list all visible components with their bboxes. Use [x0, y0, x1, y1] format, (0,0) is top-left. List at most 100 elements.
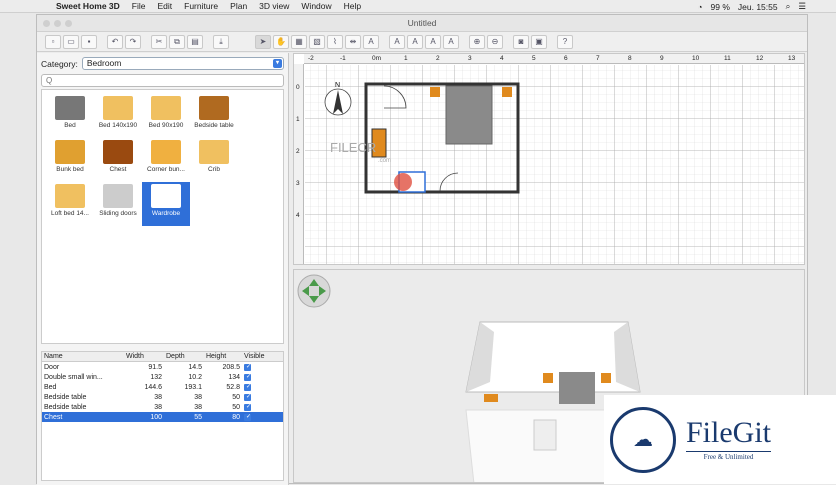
minimize-window-icon[interactable] [54, 20, 61, 27]
category-select[interactable]: Bedroom ▾ [81, 57, 284, 70]
3d-chest [484, 394, 498, 402]
pan-mode-icon[interactable]: ✋ [273, 34, 289, 49]
list-icon[interactable]: ☰ [798, 1, 806, 12]
watermark: FILECR [330, 140, 376, 155]
paste-icon[interactable]: ▤ [187, 34, 203, 49]
add-furniture-icon[interactable]: ⤓ [213, 34, 229, 49]
category-label: Category: [41, 58, 78, 69]
catalog-item-label: Wardrobe [151, 210, 181, 217]
copy-icon[interactable]: ⧉ [169, 34, 185, 49]
create-walls-icon[interactable]: ▦ [291, 34, 307, 49]
visible-checkbox[interactable]: ✓ [244, 414, 251, 421]
column-header[interactable]: Depth [164, 353, 204, 360]
zoom-in-icon[interactable]: ⊕ [469, 34, 485, 49]
menu-item[interactable]: Furniture [184, 1, 218, 11]
3d-bedside-right [601, 373, 611, 383]
help-icon[interactable]: ? [557, 34, 573, 49]
status-area: ◔ 99 % Jeu. 15:55 ⌕ ☰ [697, 1, 806, 12]
catalog-item[interactable]: Bunk bed [46, 138, 94, 182]
visible-checkbox[interactable]: ✓ [244, 404, 251, 411]
catalog-item[interactable]: Chest [94, 138, 142, 182]
column-header[interactable]: Width [124, 353, 164, 360]
column-header[interactable]: Visible [242, 353, 270, 360]
furniture-thumbnail-icon [151, 140, 181, 164]
plan-canvas[interactable]: N FILECR .com [294, 54, 805, 265]
navigation-arrows[interactable] [297, 274, 331, 308]
catalog-item[interactable]: Corner bun... [142, 138, 190, 182]
wifi-icon[interactable]: ◔ [697, 2, 702, 12]
plan-view[interactable]: -2 -1 0m 1 2 3 4 5 6 7 8 9 10 11 12 13 01234 N [293, 53, 805, 265]
close-window-icon[interactable] [43, 20, 50, 27]
menu-item[interactable]: Window [301, 1, 331, 11]
catalog-item[interactable]: Bed 140x190 [94, 94, 142, 138]
create-rooms-icon[interactable]: ▧ [309, 34, 325, 49]
battery-label[interactable]: 99 % [711, 2, 730, 12]
watermark-sub: .com [378, 158, 391, 164]
catalog-item-label: Bed 140x190 [98, 122, 138, 129]
table-row[interactable]: Chest 100 55 80 ✓ [42, 412, 283, 422]
bedside-table-left[interactable] [430, 87, 440, 97]
furniture-thumbnail-icon [103, 96, 133, 120]
catalog-item[interactable]: Wardrobe [142, 182, 190, 226]
menu-item[interactable]: Help [344, 1, 361, 11]
undo-icon[interactable]: ↶ [107, 34, 123, 49]
mac-menu-bar: Sweet Home 3D File Edit Furniture Plan 3D vie… [0, 0, 836, 13]
menu-item[interactable]: 3D view [259, 1, 289, 11]
cell-name: Bed [44, 383, 57, 391]
menu-item[interactable]: Plan [230, 1, 247, 11]
furniture-thumbnail-icon [55, 96, 85, 120]
table-row[interactable]: Bedside table 38 38 50 ✓ [42, 402, 283, 412]
table-row[interactable]: Door 91.5 14.5 208.5 ✓ [42, 362, 283, 372]
catalog-item[interactable]: Loft bed 14... [46, 182, 94, 226]
video-icon[interactable]: ▣ [531, 34, 547, 49]
table-row[interactable]: Double small win... 132 10.2 134 ✓ [42, 372, 283, 382]
italic-icon[interactable]: A [425, 34, 441, 49]
furniture-thumbnail-icon [103, 184, 133, 208]
zoom-window-icon[interactable] [65, 20, 72, 27]
bold-icon[interactable]: A [407, 34, 423, 49]
catalog-item[interactable]: Crib [190, 138, 238, 182]
zoom-out-icon[interactable]: ⊖ [487, 34, 503, 49]
menu-item[interactable]: Sweet Home 3D [56, 1, 120, 11]
add-text-icon[interactable]: A [363, 34, 379, 49]
select-mode-icon[interactable]: ➤ [255, 34, 271, 49]
catalog-item[interactable]: Sliding doors [94, 182, 142, 226]
create-polylines-icon[interactable]: ⌇ [327, 34, 343, 49]
create-dimensions-icon[interactable]: ⇹ [345, 34, 361, 49]
clock[interactable]: Jeu. 15:55 [738, 2, 778, 12]
bed[interactable] [445, 85, 493, 145]
open-icon[interactable]: ▭ [63, 34, 79, 49]
cell-name: Chest [44, 413, 63, 421]
catalog-item-label: Bed [64, 122, 76, 129]
visible-checkbox[interactable]: ✓ [244, 384, 251, 391]
new-home-icon[interactable]: ▫ [45, 34, 61, 49]
compass[interactable] [324, 88, 352, 116]
furniture-catalog: Bed Bed 140x190 Bed 90x190 Bedside table Bun… [41, 89, 284, 344]
visible-checkbox[interactable]: ✓ [244, 374, 251, 381]
table-row[interactable]: Bedside table 38 38 50 ✓ [42, 392, 283, 402]
visible-checkbox[interactable]: ✓ [244, 394, 251, 401]
spotlight-icon[interactable]: ⌕ [786, 1, 791, 12]
catalog-item[interactable]: Bed 90x190 [142, 94, 190, 138]
column-header[interactable]: Height [204, 353, 242, 360]
text-style-icon[interactable]: A [389, 34, 405, 49]
cell-height: 208.5 [222, 363, 240, 371]
bedside-table-right[interactable] [502, 87, 512, 97]
font-size-icon[interactable]: A [443, 34, 459, 49]
photo-icon[interactable]: ◙ [513, 34, 529, 49]
filegit-tagline: Free & Unlimited [686, 451, 772, 461]
catalog-item[interactable]: Bedside table [190, 94, 238, 138]
cell-height: 52.8 [226, 383, 240, 391]
cut-icon[interactable]: ✂ [151, 34, 167, 49]
catalog-item[interactable]: Bed [46, 94, 94, 138]
menu-item[interactable]: Edit [157, 1, 172, 11]
table-row[interactable]: Bed 144.6 193.1 52.8 ✓ [42, 382, 283, 392]
furniture-thumbnail-icon [199, 96, 229, 120]
column-header[interactable]: Name [42, 353, 124, 360]
redo-icon[interactable]: ↷ [125, 34, 141, 49]
visible-checkbox[interactable]: ✓ [244, 364, 251, 371]
search-input[interactable]: Q [41, 74, 284, 87]
save-icon[interactable]: ▪ [81, 34, 97, 49]
furniture-panel: Category: Bedroom ▾ Q Bed Bed 140x190 Bed 9… [37, 53, 289, 485]
menu-item[interactable]: File [132, 1, 146, 11]
